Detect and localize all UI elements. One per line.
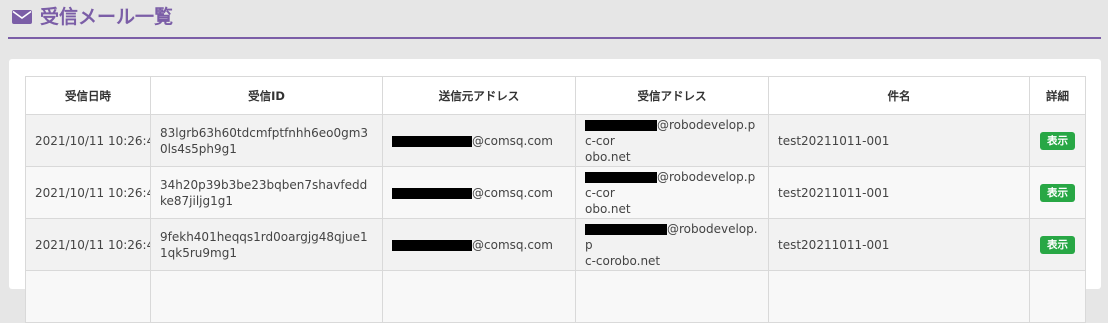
receive-id-cell	[150, 270, 383, 323]
table-row: 2021/10/11 10:26:47 34h20p39b3be23bqben7…	[25, 166, 1086, 219]
detail-cell	[1029, 270, 1086, 323]
sender-domain: @comsq.com	[472, 237, 553, 252]
page-header: 受信メール一覧	[8, 0, 1101, 39]
sender-domain: @comsq.com	[472, 185, 553, 200]
subject-cell	[768, 270, 1030, 323]
detail-cell: 表示	[1029, 166, 1086, 219]
envelope-icon	[12, 10, 32, 24]
redacted-block	[392, 239, 472, 251]
received-at-cell: 2021/10/11 10:26:47	[25, 114, 151, 167]
column-header-sender-address[interactable]: 送信元アドレス	[382, 76, 576, 115]
table-header-row: 受信日時 受信ID 送信元アドレス 受信アドレス 件名 詳細	[25, 76, 1086, 115]
column-header-recipient-address[interactable]: 受信アドレス	[575, 76, 769, 115]
page-title: 受信メール一覧	[40, 6, 174, 28]
detail-cell: 表示	[1029, 114, 1086, 167]
column-header-detail: 詳細	[1029, 76, 1086, 115]
sender-address-cell: @comsq.com	[382, 166, 576, 219]
recipient-address-cell: @robodevelop.pc-corobo.net	[575, 114, 769, 167]
subject-cell: test20211011-001	[768, 114, 1030, 167]
redacted-block	[585, 223, 667, 235]
sender-domain: @comsq.com	[472, 133, 553, 148]
received-at-cell	[25, 270, 151, 323]
received-at-cell: 2021/10/11 10:26:47	[25, 218, 151, 271]
receive-id-cell: 83lgrb63h60tdcmfptfnhh6eo0gm30ls4s5ph9g1	[150, 114, 383, 167]
redacted-block	[392, 135, 472, 147]
recipient-address-cell: @robodevelop.pc-corobo.net	[575, 166, 769, 219]
redacted-block	[585, 171, 657, 183]
recipient-domain-line2: c-corobo.net	[585, 253, 661, 268]
table-row	[25, 270, 1086, 323]
recipient-domain-line2: obo.net	[585, 201, 631, 216]
column-header-received-at[interactable]: 受信日時	[25, 76, 151, 115]
mail-list-card: 受信日時 受信ID 送信元アドレス 受信アドレス 件名 詳細 2021/10/1…	[9, 59, 1101, 323]
subject-cell: test20211011-001	[768, 166, 1030, 219]
sender-address-cell: @comsq.com	[382, 114, 576, 167]
table-row: 2021/10/11 10:26:47 83lgrb63h60tdcmfptfn…	[25, 114, 1086, 167]
show-detail-button[interactable]: 表示	[1040, 183, 1075, 202]
recipient-domain-line2: obo.net	[585, 149, 631, 164]
redacted-block	[392, 187, 472, 199]
table-row: 2021/10/11 10:26:47 9fekh401heqqs1rd0oar…	[25, 218, 1086, 271]
detail-cell: 表示	[1029, 218, 1086, 271]
receive-id-cell: 9fekh401heqqs1rd0oargjg48qjue11qk5ru9mg1	[150, 218, 383, 271]
show-detail-button[interactable]: 表示	[1040, 235, 1075, 254]
recipient-address-cell	[575, 270, 769, 323]
sender-address-cell	[382, 270, 576, 323]
mail-table: 受信日時 受信ID 送信元アドレス 受信アドレス 件名 詳細 2021/10/1…	[25, 76, 1086, 323]
recipient-address-cell: @robodevelop.pc-corobo.net	[575, 218, 769, 271]
redacted-block	[585, 119, 657, 131]
column-header-subject[interactable]: 件名	[768, 76, 1030, 115]
receive-id-cell: 34h20p39b3be23bqben7shavfeddke87jiljg1g1	[150, 166, 383, 219]
subject-cell: test20211011-001	[768, 218, 1030, 271]
received-at-cell: 2021/10/11 10:26:47	[25, 166, 151, 219]
sender-address-cell: @comsq.com	[382, 218, 576, 271]
show-detail-button[interactable]: 表示	[1040, 131, 1075, 150]
column-header-receive-id[interactable]: 受信ID	[150, 76, 383, 115]
